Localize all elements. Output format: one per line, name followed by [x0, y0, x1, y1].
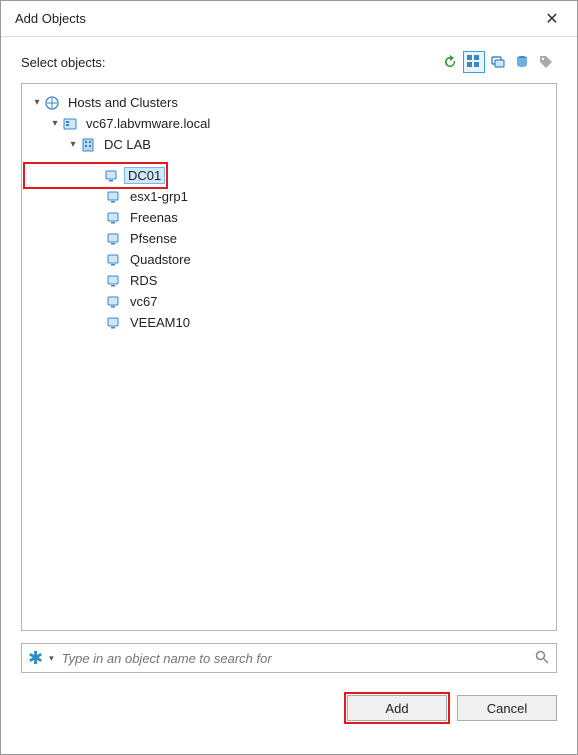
vm-icon	[106, 252, 122, 268]
tree-vm-dc01[interactable]: DC01	[26, 165, 165, 186]
tree-label: DC LAB	[100, 136, 155, 153]
button-row: Add Cancel	[1, 683, 577, 721]
cancel-button[interactable]: Cancel	[457, 695, 557, 721]
tree-label: esx1-grp1	[126, 188, 192, 205]
tree-label: DC01	[124, 167, 165, 184]
datacenter-icon	[80, 137, 96, 153]
tree-label: vc67	[126, 293, 161, 310]
object-tree[interactable]: ▾ Hosts and Clusters ▾ vc67.labvmware.lo…	[21, 83, 557, 631]
tree-vm[interactable]: RDS	[28, 270, 550, 291]
vms-templates-view-icon[interactable]	[487, 51, 509, 73]
tags-view-icon[interactable]	[535, 51, 557, 73]
tree-label: vc67.labvmware.local	[82, 115, 214, 132]
vm-icon	[106, 210, 122, 226]
tree-vm[interactable]: Freenas	[28, 207, 550, 228]
select-objects-label: Select objects:	[21, 55, 439, 70]
chevron-down-icon[interactable]: ▾	[49, 653, 54, 664]
vm-icon	[106, 315, 122, 331]
tree-label: Freenas	[126, 209, 182, 226]
search-bar: ✱ ▾	[21, 643, 557, 673]
tree-label: Pfsense	[126, 230, 181, 247]
tree-vm[interactable]: Quadstore	[28, 249, 550, 270]
tree-vm[interactable]: esx1-grp1	[28, 186, 550, 207]
chevron-down-icon[interactable]: ▾	[30, 96, 44, 110]
tree-vcenter[interactable]: ▾ vc67.labvmware.local	[28, 113, 550, 134]
tree-datacenter[interactable]: ▾ DC LAB	[28, 134, 550, 155]
search-input[interactable]	[60, 650, 528, 667]
view-toolbar	[439, 51, 557, 73]
search-icon[interactable]	[534, 649, 550, 668]
vm-icon	[106, 231, 122, 247]
vm-icon	[104, 168, 120, 184]
chevron-down-icon[interactable]: ▾	[48, 117, 62, 131]
tree-label: VEEAM10	[126, 314, 194, 331]
vm-icon	[106, 189, 122, 205]
tree-label: Hosts and Clusters	[64, 94, 182, 111]
refresh-icon[interactable]	[439, 51, 461, 73]
tree-vm[interactable]: vc67	[28, 291, 550, 312]
chevron-down-icon[interactable]: ▾	[66, 138, 80, 152]
vm-icon	[106, 294, 122, 310]
star-icon[interactable]: ✱	[28, 649, 43, 667]
hosts-clusters-view-icon[interactable]	[463, 51, 485, 73]
tree-label: Quadstore	[126, 251, 195, 268]
tree-vm[interactable]: VEEAM10	[28, 312, 550, 333]
vcenter-icon	[62, 116, 78, 132]
dialog-content: Select objects: ▾ Hosts and	[1, 37, 577, 683]
window-title: Add Objects	[15, 11, 537, 26]
tree-vm[interactable]: Pfsense	[28, 228, 550, 249]
datastores-view-icon[interactable]	[511, 51, 533, 73]
vm-icon	[106, 273, 122, 289]
hosts-clusters-icon	[44, 95, 60, 111]
titlebar: Add Objects ✕	[1, 1, 577, 37]
add-button[interactable]: Add	[347, 695, 447, 721]
tree-label: RDS	[126, 272, 161, 289]
tree-root[interactable]: ▾ Hosts and Clusters	[28, 92, 550, 113]
close-icon[interactable]: ✕	[537, 9, 567, 29]
